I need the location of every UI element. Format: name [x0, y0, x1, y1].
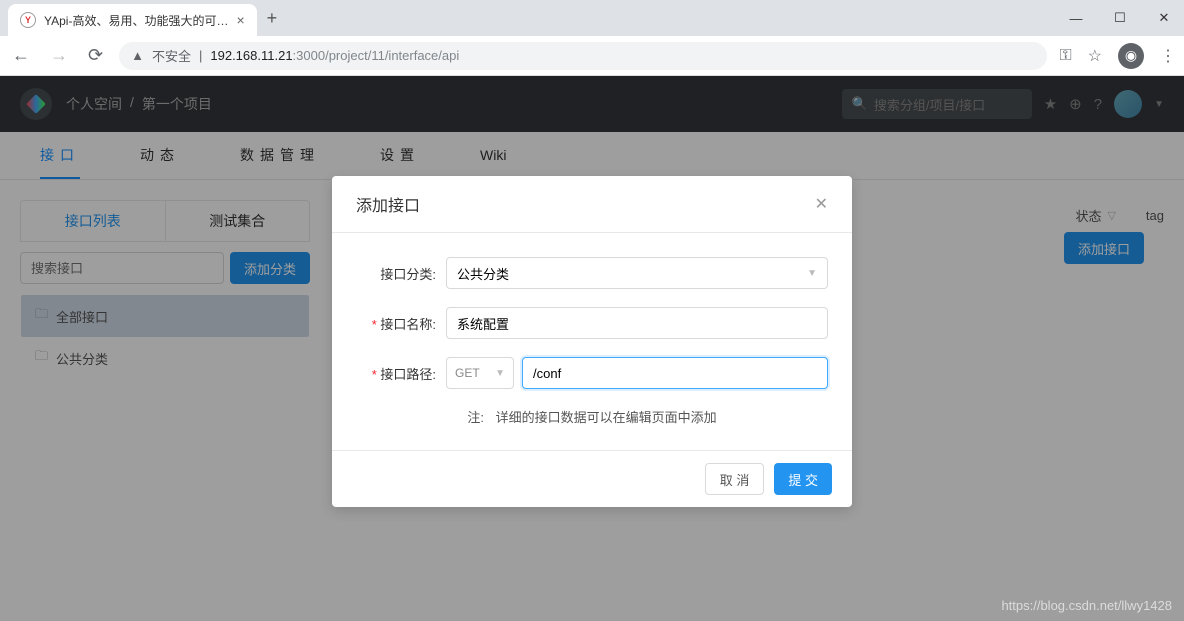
cancel-button[interactable]: 取 消	[705, 463, 765, 495]
address-url: 192.168.11.21:3000/project/11/interface/…	[210, 48, 459, 63]
star-icon[interactable]: ☆	[1088, 46, 1102, 66]
category-select[interactable]: 公共分类 ▼	[446, 257, 828, 289]
reload-button[interactable]: ⟳	[84, 41, 107, 70]
chevron-down-icon: ▼	[807, 268, 817, 279]
menu-icon[interactable]: ⋮	[1160, 46, 1176, 66]
browser-toolbar: ← → ⟳ ▲ 不安全 | 192.168.11.21:3000/project…	[0, 36, 1184, 76]
toolbar-icons: ⚿ ☆ ◉ ⋮	[1059, 43, 1176, 69]
path-group: GET ▼	[446, 357, 828, 389]
category-value: 公共分类	[457, 264, 509, 283]
insecure-label: 不安全	[152, 46, 191, 65]
key-icon[interactable]: ⚿	[1059, 47, 1071, 65]
modal-body: 接口分类: 公共分类 ▼ 接口名称: 接口路径: GET ▼	[332, 233, 852, 450]
name-input[interactable]	[446, 307, 828, 339]
modal-footer: 取 消 提 交	[332, 450, 852, 507]
profile-avatar[interactable]: ◉	[1118, 43, 1144, 69]
watermark: https://blog.csdn.net/llwy1428	[1001, 598, 1172, 613]
app: 个人空间 / 第一个项目 🔍 搜索分组/项目/接口 ★ ⊕ ? ▼ 接口 动态 …	[0, 76, 1184, 621]
minimize-icon[interactable]: —	[1064, 11, 1088, 26]
url-separator: |	[199, 48, 202, 63]
close-icon[interactable]: ✕	[1152, 10, 1176, 26]
insecure-icon: ▲	[131, 48, 144, 63]
method-value: GET	[455, 366, 480, 380]
form-row-name: 接口名称:	[356, 307, 828, 339]
modal-title: 添加接口	[356, 192, 420, 216]
form-row-category: 接口分类: 公共分类 ▼	[356, 257, 828, 289]
method-select[interactable]: GET ▼	[446, 357, 514, 389]
browser-titlebar: Y YApi-高效、易用、功能强大的可… × + — ☐ ✕	[0, 0, 1184, 36]
chevron-down-icon: ▼	[495, 368, 505, 379]
label-path: 接口路径:	[356, 364, 436, 383]
form-note: 注: 详细的接口数据可以在编辑页面中添加	[356, 407, 828, 426]
tab-title: YApi-高效、易用、功能强大的可…	[44, 12, 228, 29]
modal-close-icon[interactable]: ✕	[815, 194, 828, 214]
modal-header: 添加接口 ✕	[332, 176, 852, 233]
add-interface-modal: 添加接口 ✕ 接口分类: 公共分类 ▼ 接口名称: 接口路径:	[332, 176, 852, 507]
note-label: 注:	[467, 410, 484, 425]
path-input[interactable]	[522, 357, 828, 389]
tab-favicon: Y	[20, 12, 36, 28]
note-text: 详细的接口数据可以在编辑页面中添加	[496, 410, 717, 425]
address-bar[interactable]: ▲ 不安全 | 192.168.11.21:3000/project/11/in…	[119, 42, 1047, 70]
window-controls: — ☐ ✕	[1064, 0, 1176, 36]
submit-button[interactable]: 提 交	[774, 463, 832, 495]
label-name: 接口名称:	[356, 314, 436, 333]
maximize-icon[interactable]: ☐	[1108, 10, 1132, 26]
tab-close-icon[interactable]: ×	[236, 12, 244, 28]
forward-button[interactable]: →	[46, 41, 72, 70]
new-tab-button[interactable]: +	[257, 8, 288, 29]
back-button[interactable]: ←	[8, 41, 34, 70]
label-category: 接口分类:	[356, 264, 436, 283]
browser-tab[interactable]: Y YApi-高效、易用、功能强大的可… ×	[8, 4, 257, 36]
form-row-path: 接口路径: GET ▼	[356, 357, 828, 389]
modal-overlay: 添加接口 ✕ 接口分类: 公共分类 ▼ 接口名称: 接口路径:	[0, 76, 1184, 621]
